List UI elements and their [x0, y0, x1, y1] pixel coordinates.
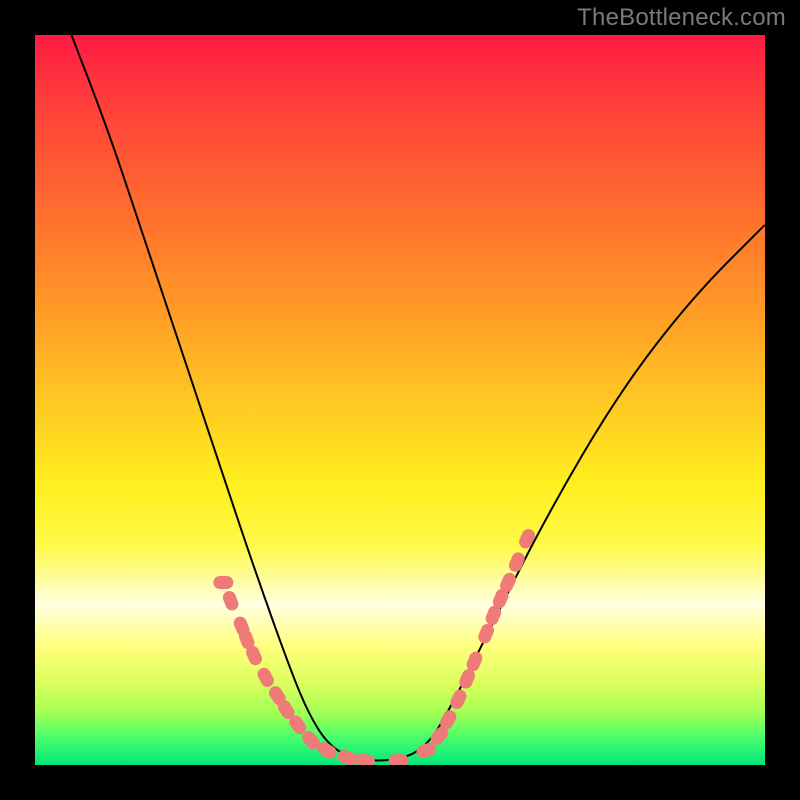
- plot-area: [35, 35, 765, 765]
- highlight-dot: [213, 576, 233, 589]
- watermark-text: TheBottleneck.com: [577, 4, 786, 32]
- highlight-dot: [354, 753, 376, 765]
- highlight-dot: [448, 687, 469, 711]
- chart-frame: TheBottleneck.com: [0, 0, 800, 800]
- highlight-dot: [221, 589, 240, 612]
- highlight-dot: [507, 550, 527, 574]
- highlight-dot: [517, 527, 537, 551]
- highlight-dots-group: [213, 527, 537, 765]
- bottleneck-curve-path: [72, 35, 766, 760]
- highlight-dot: [476, 622, 496, 645]
- chart-svg: [35, 35, 765, 765]
- highlight-dot: [389, 754, 409, 765]
- bottleneck-curve-line: [72, 35, 766, 760]
- highlight-dot: [255, 666, 276, 690]
